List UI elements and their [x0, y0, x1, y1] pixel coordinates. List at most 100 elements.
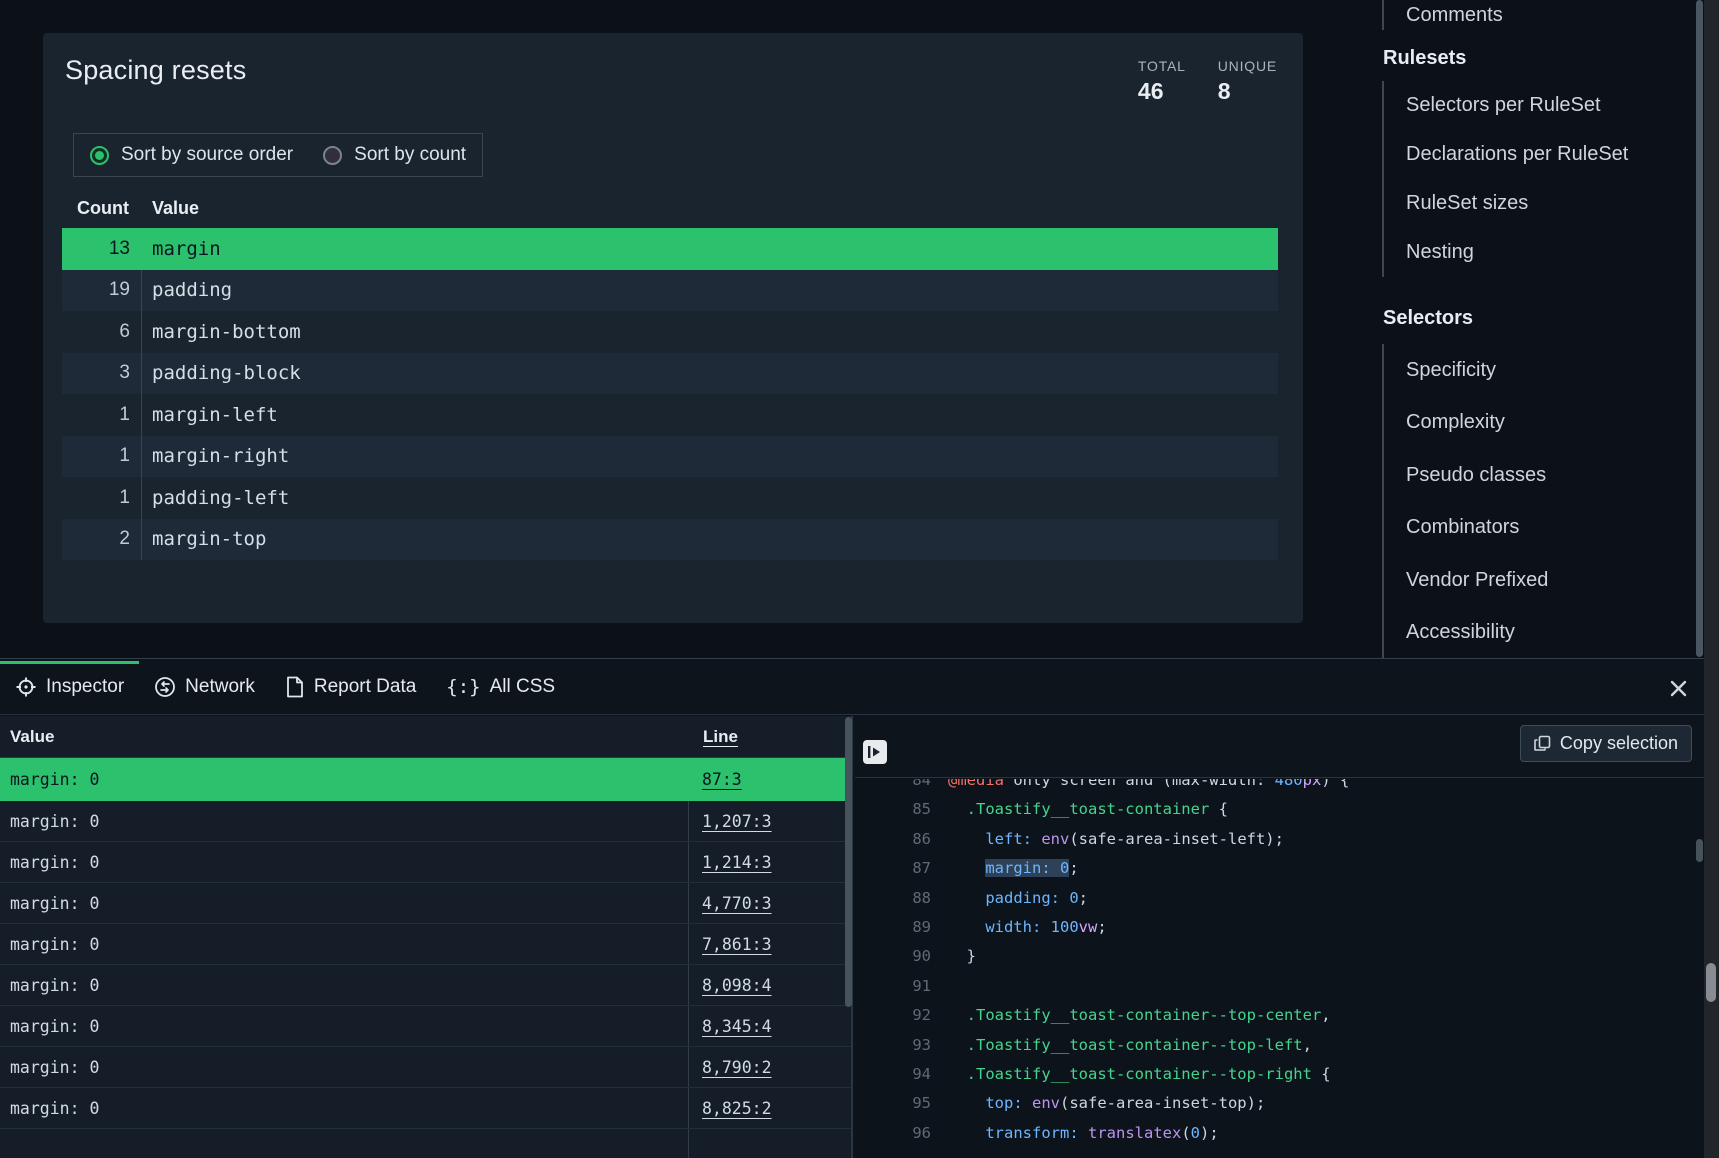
- declaration-line-link[interactable]: 8,825:2: [702, 1099, 772, 1118]
- declaration-value: margin: 0: [0, 924, 689, 964]
- spacing-table-row[interactable]: 6 margin-bottom: [62, 311, 1278, 353]
- sidebar-item-accessibility[interactable]: Accessibility: [1384, 607, 1682, 660]
- declaration-row[interactable]: margin: 0 8,825:2: [0, 1088, 851, 1129]
- row-value: margin: [141, 228, 1278, 270]
- declaration-line-link[interactable]: 1,207:3: [702, 812, 772, 831]
- line-code: width: 100vw;: [931, 913, 1107, 942]
- declaration-line-link[interactable]: 8,790:2: [702, 1058, 772, 1077]
- sort-radio-option[interactable]: Sort by count: [323, 144, 466, 166]
- declaration-line-link[interactable]: 8,098:4: [702, 976, 772, 995]
- sort-radio-group: Sort by source order Sort by count: [73, 133, 483, 177]
- stat-value: 8: [1218, 78, 1231, 105]
- row-count: 2: [62, 528, 141, 550]
- tab-all-css[interactable]: {:} All CSS: [431, 659, 570, 714]
- radio-selected-icon: [90, 146, 109, 165]
- spacing-table-row[interactable]: 1 padding-left: [62, 477, 1278, 519]
- declaration-row[interactable]: margin: 0 7,861:3: [0, 924, 851, 965]
- tab-inspector[interactable]: Inspector: [0, 659, 139, 714]
- spacing-table-row[interactable]: 19 padding: [62, 270, 1278, 312]
- sort-radio-option[interactable]: Sort by source order: [90, 144, 293, 166]
- copy-selection-label: Copy selection: [1560, 733, 1678, 754]
- spacing-table-row[interactable]: 3 padding-block: [62, 353, 1278, 395]
- line-code: transform: translatex(0);: [931, 1119, 1219, 1148]
- declaration-row[interactable]: margin: 0 8,345:4: [0, 1006, 851, 1047]
- line-code: }: [931, 942, 976, 971]
- declaration-value: margin: 0: [0, 965, 689, 1005]
- sidebar-item-combinators[interactable]: Combinators: [1384, 502, 1682, 555]
- sidebar-item-declarations-per-ruleset[interactable]: Declarations per RuleSet: [1384, 130, 1682, 179]
- sidebar-item-complexity[interactable]: Complexity: [1384, 397, 1682, 450]
- expand-panel-button[interactable]: [863, 740, 887, 764]
- row-value: margin-right: [141, 436, 1278, 478]
- tab-report-data[interactable]: Report Data: [270, 659, 431, 714]
- row-value: padding-block: [141, 353, 1278, 395]
- line-number: 86: [855, 825, 931, 854]
- declaration-line-link[interactable]: 87:3: [702, 770, 742, 789]
- declaration-line-link[interactable]: 4,770:3: [702, 894, 772, 913]
- sidebar-item-specificity[interactable]: Specificity: [1384, 344, 1682, 397]
- code-lines: 84 @media only screen and (max-width: 48…: [855, 779, 1719, 1158]
- line-code: .Toastify__toast-container--top-center,: [931, 1001, 1331, 1030]
- code-line: 88 padding: 0;: [855, 884, 1719, 913]
- sidebar-section-group: Selectors per RuleSetDeclarations per Ru…: [1382, 81, 1682, 277]
- line-number: 92: [855, 1001, 931, 1030]
- code-line: 89 width: 100vw;: [855, 913, 1719, 942]
- page-scrollbar-thumb[interactable]: [1696, 0, 1703, 657]
- line-code: .Toastify__toast-container--top-left,: [931, 1031, 1312, 1060]
- declaration-row[interactable]: margin: 0 8,790:2: [0, 1047, 851, 1088]
- declaration-value: margin: 0: [0, 1088, 689, 1128]
- line-number: 90: [855, 942, 931, 971]
- browser-scrollbar-thumb[interactable]: [1706, 963, 1716, 1002]
- declaration-list-header: Value Line: [0, 716, 851, 758]
- declaration-row[interactable]: margin: 0 8,098:4: [0, 965, 851, 1006]
- spacing-table-row[interactable]: 2 margin-top: [62, 519, 1278, 561]
- spacing-table-body: 13 margin 19 padding 6 margin-bottom 3 p…: [62, 228, 1278, 560]
- count-column-header: Count: [62, 198, 141, 219]
- line-code: left: env(safe-area-inset-left);: [931, 825, 1284, 854]
- declaration-row[interactable]: margin: 0 4,770:3: [0, 883, 851, 924]
- sidebar-section-header[interactable]: Rulesets: [1382, 47, 1682, 70]
- code-scrollbar-thumb[interactable]: [1696, 839, 1703, 862]
- sidebar-item-vendor-prefixed[interactable]: Vendor Prefixed: [1384, 554, 1682, 607]
- row-value: padding: [141, 270, 1278, 312]
- radio-unselected-icon: [323, 146, 342, 165]
- stat-label: TOTAL: [1138, 58, 1186, 74]
- sidebar-item-ruleset-sizes[interactable]: RuleSet sizes: [1384, 179, 1682, 228]
- declaration-value: margin: 0: [0, 801, 689, 841]
- sidebar-section-header[interactable]: Selectors: [1382, 307, 1682, 330]
- close-icon: [1669, 679, 1688, 698]
- code-line: 96 transform: translatex(0);: [855, 1119, 1719, 1148]
- sidebar-item-pseudo-classes[interactable]: Pseudo classes: [1384, 449, 1682, 502]
- line-number: 89: [855, 913, 931, 942]
- declaration-line-link[interactable]: 1,214:3: [702, 853, 772, 872]
- tab-network[interactable]: Network: [139, 659, 270, 714]
- declaration-value: margin: 0: [0, 1047, 689, 1087]
- browser-scrollbar-track[interactable]: [1704, 0, 1719, 1158]
- declaration-row[interactable]: margin: 0 87:3: [0, 758, 851, 801]
- close-panel-button[interactable]: [1667, 677, 1689, 699]
- tab-label: All CSS: [490, 676, 555, 698]
- spacing-table-row[interactable]: 13 margin: [62, 228, 1278, 270]
- line-number: 91: [855, 972, 931, 1001]
- declaration-row[interactable]: margin: 0 1,214:3: [0, 842, 851, 883]
- line-code: .Toastify__toast-container {: [931, 795, 1228, 824]
- sidebar-item-comments[interactable]: Comments: [1384, 0, 1682, 30]
- line-code: top: env(safe-area-inset-top);: [931, 1089, 1265, 1118]
- spacing-table-row[interactable]: 1 margin-right: [62, 436, 1278, 478]
- line-header-sort-link[interactable]: Line: [690, 727, 738, 747]
- row-count: 1: [62, 404, 141, 426]
- declaration-value: margin: 0: [0, 883, 689, 923]
- expand-panel-icon: [867, 744, 883, 760]
- declaration-list-scrollbar-thumb[interactable]: [845, 717, 852, 1007]
- line-code: [931, 972, 948, 1001]
- code-line: 84 @media only screen and (max-width: 48…: [855, 779, 1719, 795]
- sidebar-item-selectors-per-ruleset[interactable]: Selectors per RuleSet: [1384, 81, 1682, 130]
- declaration-line-link[interactable]: 7,861:3: [702, 935, 772, 954]
- declaration-row[interactable]: margin: 0 1,207:3: [0, 801, 851, 842]
- spacing-table-row[interactable]: 1 margin-left: [62, 394, 1278, 436]
- line-number: 96: [855, 1119, 931, 1148]
- copy-selection-button[interactable]: Copy selection: [1520, 725, 1692, 762]
- declaration-line-link[interactable]: 8,345:4: [702, 1017, 772, 1036]
- sidebar-item-nesting[interactable]: Nesting: [1384, 228, 1682, 277]
- declaration-row[interactable]: [0, 1129, 851, 1158]
